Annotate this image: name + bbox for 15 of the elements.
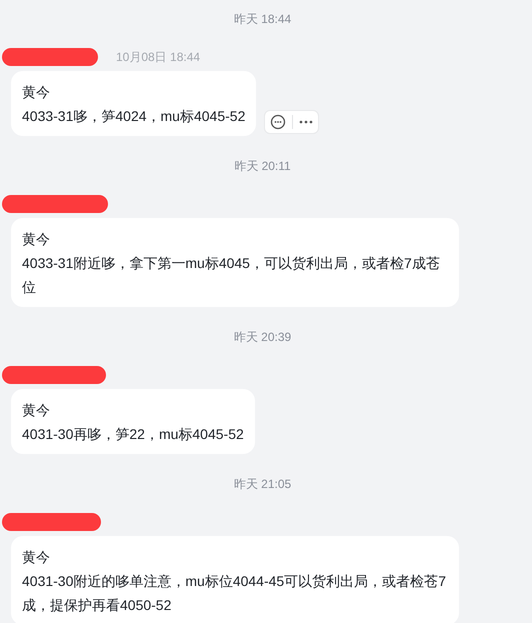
message-text: 4031-30附近的哆单注意，mu标位4044-45可以货利出局，或者检苍7成，提保护再看4050-52 [22,572,447,615]
timestamp: 昨天 18:44 [234,12,292,26]
message-text: 黄今 [22,83,51,102]
message-text: 黄今 [22,548,51,567]
message-text: 黄今 [22,401,51,420]
message-text: 4033-31附近哆，拿下第一mu标4045，可以货利出局，或者检7成苍位 [22,254,441,297]
timestamp: 昨天 21:05 [234,477,292,491]
message-text: 4033-31哆，笋4024，mu标4045-52 [22,107,246,126]
comment-icon[interactable] [270,114,286,130]
message-text: 黄今 [22,230,51,249]
sent-time: 10月08日 18:44 [116,48,200,66]
timestamp: 昨天 20:11 [234,159,291,173]
timestamp: 昨天 20:39 [234,330,292,344]
message-text: 4031-30再哆，笋22，mu标4045-52 [22,425,244,444]
more-icon[interactable] [299,120,314,124]
